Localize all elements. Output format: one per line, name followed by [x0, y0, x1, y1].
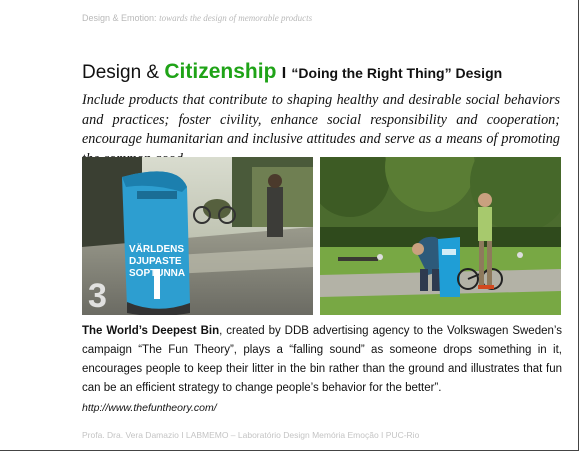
title-separator: I [281, 65, 287, 82]
source-link[interactable]: http://www.thefuntheory.com/ [82, 402, 217, 414]
title-accent: Citizenship [164, 60, 277, 83]
header-subtitle: towards the design of memorable products [159, 13, 313, 23]
corner-number: 3 [88, 277, 107, 315]
photo-bin-street: VÄRLDENS DJUPASTE SOPTUNNA 3 [82, 157, 313, 315]
bin-label-line1: VÄRLDENS [129, 242, 184, 255]
title-subtitle: “Doing the Right Thing” Design [291, 65, 503, 81]
header-prefix: Design & Emotion: [82, 13, 157, 23]
slide: Design & Emotion: towards the design of … [0, 0, 579, 451]
slide-title: Design & Citizenship I “Doing the Right … [82, 60, 502, 84]
bin-label-line2: DJUPASTE [129, 256, 182, 267]
photo-bin-park [320, 157, 561, 315]
footer-credit: Profa. Dra. Vera Damazio I LABMEMO – Lab… [82, 430, 420, 440]
description-lead: The World’s Deepest Bin [82, 325, 220, 337]
running-header: Design & Emotion: towards the design of … [82, 13, 312, 23]
title-lead: Design & [82, 62, 160, 83]
bin-description: The World’s Deepest Bin, created by DDB … [82, 322, 562, 398]
